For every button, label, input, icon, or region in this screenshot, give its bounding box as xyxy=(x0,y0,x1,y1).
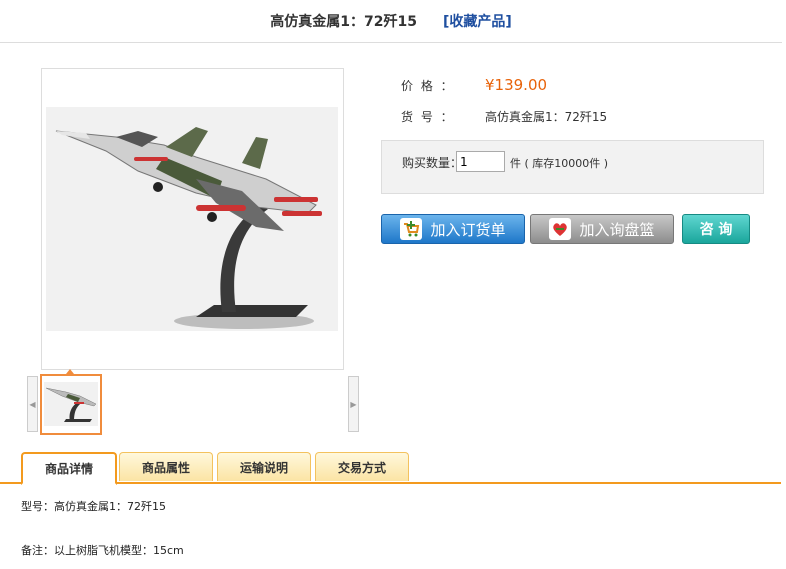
consult-button[interactable]: 咨 询 xyxy=(682,214,750,244)
product-tabs: 商品详情 商品属性 运输说明 交易方式 xyxy=(0,452,781,485)
sku-value: 高仿真金属1：72歼15 xyxy=(485,110,608,124)
thumb-next-button[interactable]: ▶ xyxy=(348,376,359,432)
tab-payment-label: 交易方式 xyxy=(337,460,386,475)
sku-label: 货 号 ： xyxy=(401,110,455,124)
price-value: ¥139.00 xyxy=(485,76,548,94)
product-header: 高仿真金属1：72歼15 [收藏产品] xyxy=(0,0,782,43)
consult-label: 咨 询 xyxy=(699,222,733,238)
tab-attributes[interactable]: 商品属性 xyxy=(119,452,213,481)
jet-model-image xyxy=(46,107,338,331)
add-to-inquiry-button[interactable]: 加入询盘篮 xyxy=(530,214,674,244)
add-to-order-button[interactable]: 加入订货单 xyxy=(381,214,525,244)
heart-basket-icon xyxy=(549,218,572,240)
tab-details[interactable]: 商品详情 xyxy=(21,452,117,485)
price-label: 价 格 ： xyxy=(401,79,455,93)
quantity-panel: 购买数量： 件 ( 库存10000件 ) xyxy=(381,140,764,194)
chevron-left-icon: ◀ xyxy=(29,399,36,409)
jet-thumbnail-image xyxy=(44,382,98,426)
stock-text: 件 ( 库存10000件 ) xyxy=(510,157,609,170)
price-row: 价 格 ： ¥139.00 xyxy=(401,76,547,94)
product-title: 高仿真金属1：72歼15 xyxy=(270,14,417,30)
detail-note: 备注：以上树脂飞机模型：15cm xyxy=(21,544,184,557)
add-to-inquiry-label: 加入询盘篮 xyxy=(579,220,655,239)
tab-shipping[interactable]: 运输说明 xyxy=(217,452,311,481)
tab-attributes-label: 商品属性 xyxy=(141,460,190,475)
cart-icon xyxy=(400,218,423,240)
add-to-order-label: 加入订货单 xyxy=(430,220,506,239)
collect-product-link[interactable]: [收藏产品] xyxy=(443,11,512,31)
chevron-right-icon: ▶ xyxy=(350,399,357,409)
thumb-prev-button[interactable]: ◀ xyxy=(27,376,38,432)
tab-shipping-label: 运输说明 xyxy=(239,460,288,475)
product-main-image[interactable] xyxy=(41,68,344,370)
sku-row: 货 号 ： 高仿真金属1：72歼15 xyxy=(401,108,607,125)
tab-payment[interactable]: 交易方式 xyxy=(315,452,409,481)
tab-details-label: 商品详情 xyxy=(44,462,93,476)
product-thumbnail[interactable] xyxy=(40,374,102,435)
quantity-label: 购买数量： xyxy=(402,156,463,170)
quantity-input[interactable] xyxy=(456,151,505,172)
detail-model: 型号：高仿真金属1：72歼15 xyxy=(21,500,166,513)
